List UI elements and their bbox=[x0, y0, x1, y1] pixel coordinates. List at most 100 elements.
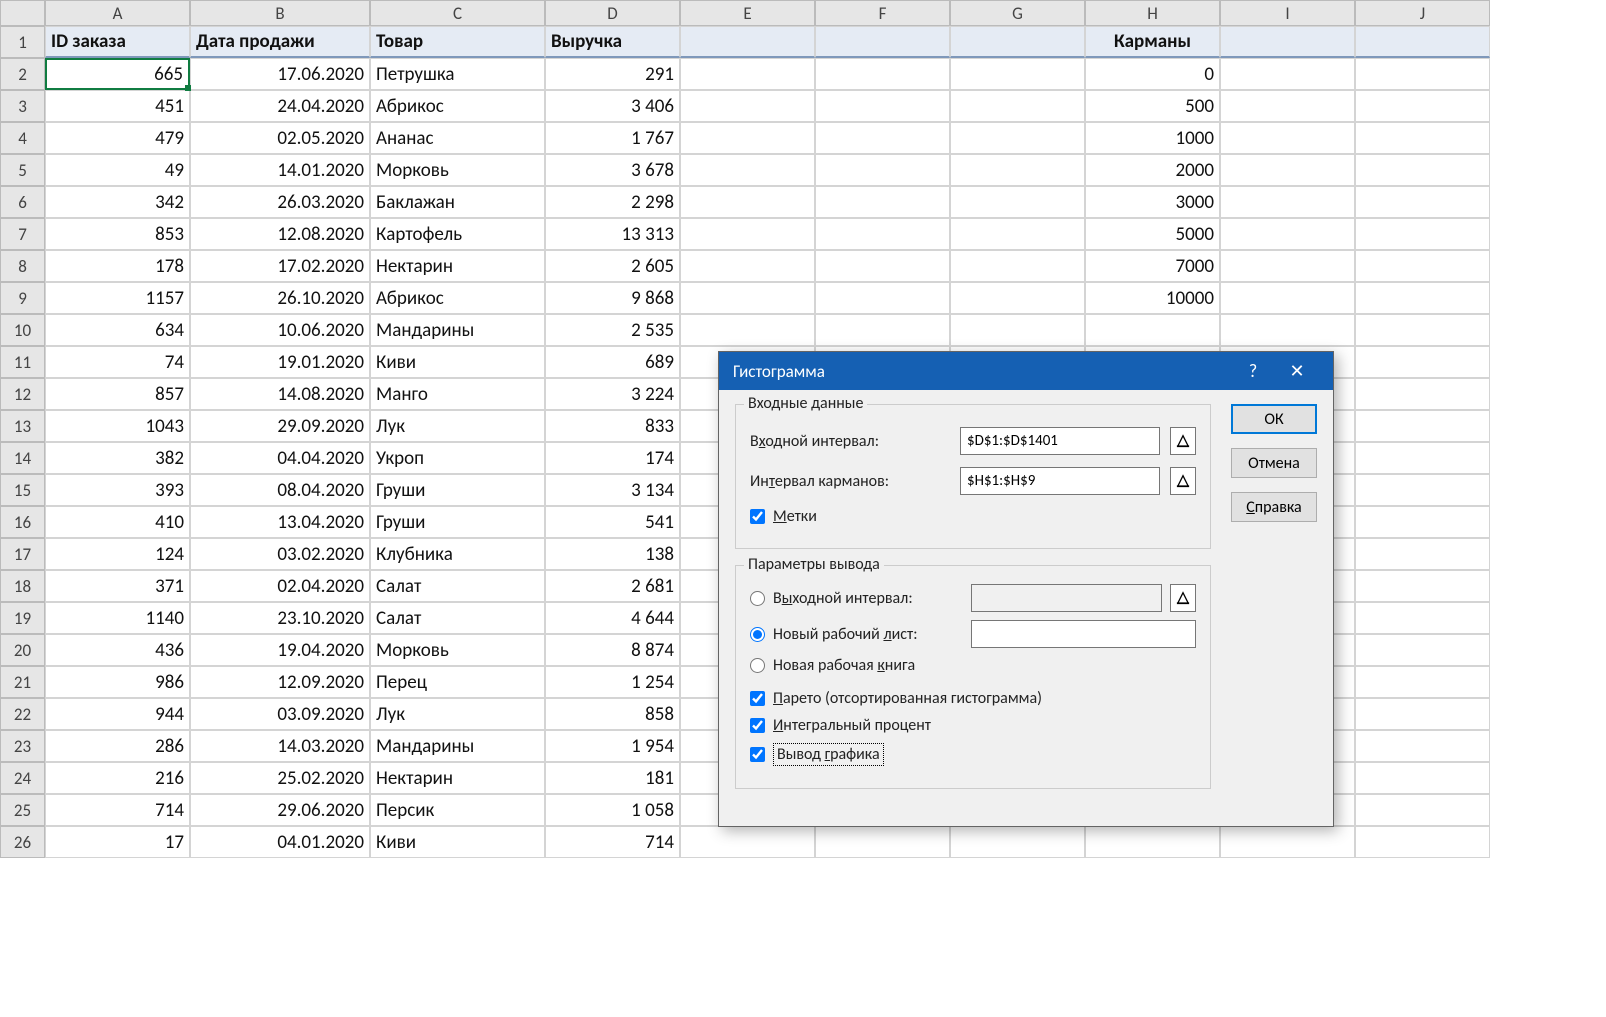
cell[interactable]: 2 535 bbox=[545, 314, 680, 346]
row-header[interactable]: 9 bbox=[0, 282, 45, 314]
cell[interactable]: 436 bbox=[45, 634, 190, 666]
column-header[interactable]: C bbox=[370, 0, 545, 26]
cell[interactable] bbox=[950, 314, 1085, 346]
cell[interactable] bbox=[1220, 58, 1355, 90]
cell[interactable] bbox=[1355, 634, 1490, 666]
cell[interactable]: Абрикос bbox=[370, 90, 545, 122]
cell[interactable] bbox=[1220, 314, 1355, 346]
cell[interactable]: 14.03.2020 bbox=[190, 730, 370, 762]
cell[interactable]: 03.02.2020 bbox=[190, 538, 370, 570]
cell[interactable]: 1 767 bbox=[545, 122, 680, 154]
cell[interactable] bbox=[1220, 122, 1355, 154]
cell[interactable]: Мандарины bbox=[370, 730, 545, 762]
cell[interactable] bbox=[815, 154, 950, 186]
cell[interactable] bbox=[1355, 90, 1490, 122]
cell[interactable]: 26.03.2020 bbox=[190, 186, 370, 218]
cell[interactable] bbox=[680, 90, 815, 122]
select-all-corner[interactable] bbox=[0, 0, 45, 26]
cell[interactable]: 5000 bbox=[1085, 218, 1220, 250]
cell[interactable]: 857 bbox=[45, 378, 190, 410]
cell[interactable] bbox=[1220, 154, 1355, 186]
new-sheet-field[interactable] bbox=[971, 620, 1196, 648]
cell[interactable]: Клубника bbox=[370, 538, 545, 570]
cell[interactable]: 17.06.2020 bbox=[190, 58, 370, 90]
cell[interactable]: 14.08.2020 bbox=[190, 378, 370, 410]
cell[interactable]: 19.01.2020 bbox=[190, 346, 370, 378]
row-header[interactable]: 18 bbox=[0, 570, 45, 602]
cell[interactable]: 23.10.2020 bbox=[190, 602, 370, 634]
cell[interactable] bbox=[1355, 570, 1490, 602]
cell[interactable]: 1140 bbox=[45, 602, 190, 634]
cell[interactable]: 26.10.2020 bbox=[190, 282, 370, 314]
row-header[interactable]: 3 bbox=[0, 90, 45, 122]
cell[interactable]: 2 681 bbox=[545, 570, 680, 602]
cell[interactable] bbox=[950, 122, 1085, 154]
cell[interactable]: 4 644 bbox=[545, 602, 680, 634]
cell[interactable]: 410 bbox=[45, 506, 190, 538]
cell[interactable] bbox=[815, 826, 950, 858]
cell[interactable] bbox=[680, 154, 815, 186]
cell[interactable]: Салат bbox=[370, 602, 545, 634]
cell[interactable] bbox=[1355, 762, 1490, 794]
cell[interactable] bbox=[815, 218, 950, 250]
cell[interactable]: Нектарин bbox=[370, 762, 545, 794]
cell[interactable]: 2 605 bbox=[545, 250, 680, 282]
row-header[interactable]: 24 bbox=[0, 762, 45, 794]
cell[interactable]: 04.01.2020 bbox=[190, 826, 370, 858]
pareto-checkbox[interactable] bbox=[750, 691, 765, 706]
cell[interactable]: Петрушка bbox=[370, 58, 545, 90]
row-header[interactable]: 5 bbox=[0, 154, 45, 186]
row-header[interactable]: 26 bbox=[0, 826, 45, 858]
cell[interactable]: 29.09.2020 bbox=[190, 410, 370, 442]
cell[interactable] bbox=[950, 90, 1085, 122]
cell[interactable]: 3 406 bbox=[545, 90, 680, 122]
cell[interactable] bbox=[680, 314, 815, 346]
column-header[interactable]: H bbox=[1085, 0, 1220, 26]
cell[interactable] bbox=[680, 250, 815, 282]
cell[interactable]: 1000 bbox=[1085, 122, 1220, 154]
cell[interactable]: 08.04.2020 bbox=[190, 474, 370, 506]
column-header[interactable]: E bbox=[680, 0, 815, 26]
cell[interactable] bbox=[1355, 58, 1490, 90]
cell[interactable]: 944 bbox=[45, 698, 190, 730]
dialog-titlebar[interactable]: Гистограмма ? ✕ bbox=[719, 352, 1333, 390]
cell[interactable] bbox=[1355, 666, 1490, 698]
cell[interactable] bbox=[1355, 282, 1490, 314]
cell[interactable] bbox=[1355, 794, 1490, 826]
cell[interactable]: 178 bbox=[45, 250, 190, 282]
cell[interactable] bbox=[1355, 698, 1490, 730]
cell[interactable] bbox=[815, 90, 950, 122]
row-header[interactable]: 7 bbox=[0, 218, 45, 250]
cell[interactable]: 19.04.2020 bbox=[190, 634, 370, 666]
cell[interactable]: 382 bbox=[45, 442, 190, 474]
cell[interactable]: 02.04.2020 bbox=[190, 570, 370, 602]
header-cell[interactable]: ID заказа bbox=[45, 26, 190, 58]
cell[interactable] bbox=[680, 122, 815, 154]
cell[interactable] bbox=[1355, 186, 1490, 218]
cell[interactable]: 181 bbox=[545, 762, 680, 794]
header-cell[interactable]: Дата продажи bbox=[190, 26, 370, 58]
cell[interactable] bbox=[1355, 410, 1490, 442]
range-select-icon[interactable] bbox=[1170, 584, 1196, 612]
cell[interactable]: 858 bbox=[545, 698, 680, 730]
cell[interactable]: 634 bbox=[45, 314, 190, 346]
cell[interactable]: Киви bbox=[370, 346, 545, 378]
cell[interactable]: 833 bbox=[545, 410, 680, 442]
cell[interactable] bbox=[1355, 378, 1490, 410]
input-range-field[interactable] bbox=[960, 427, 1160, 455]
cell[interactable]: 3 678 bbox=[545, 154, 680, 186]
close-icon[interactable]: ✕ bbox=[1275, 352, 1319, 390]
cell[interactable] bbox=[1220, 90, 1355, 122]
cell[interactable] bbox=[680, 826, 815, 858]
header-cell[interactable]: Товар bbox=[370, 26, 545, 58]
cell[interactable]: Ананас bbox=[370, 122, 545, 154]
cell[interactable] bbox=[680, 186, 815, 218]
cell[interactable] bbox=[1355, 538, 1490, 570]
new-book-radio[interactable] bbox=[750, 658, 765, 673]
cell[interactable]: Баклажан bbox=[370, 186, 545, 218]
cell[interactable]: 25.02.2020 bbox=[190, 762, 370, 794]
cell[interactable]: 479 bbox=[45, 122, 190, 154]
header-cell[interactable] bbox=[1355, 26, 1490, 58]
bins-range-field[interactable] bbox=[960, 467, 1160, 495]
cell[interactable]: Картофель bbox=[370, 218, 545, 250]
